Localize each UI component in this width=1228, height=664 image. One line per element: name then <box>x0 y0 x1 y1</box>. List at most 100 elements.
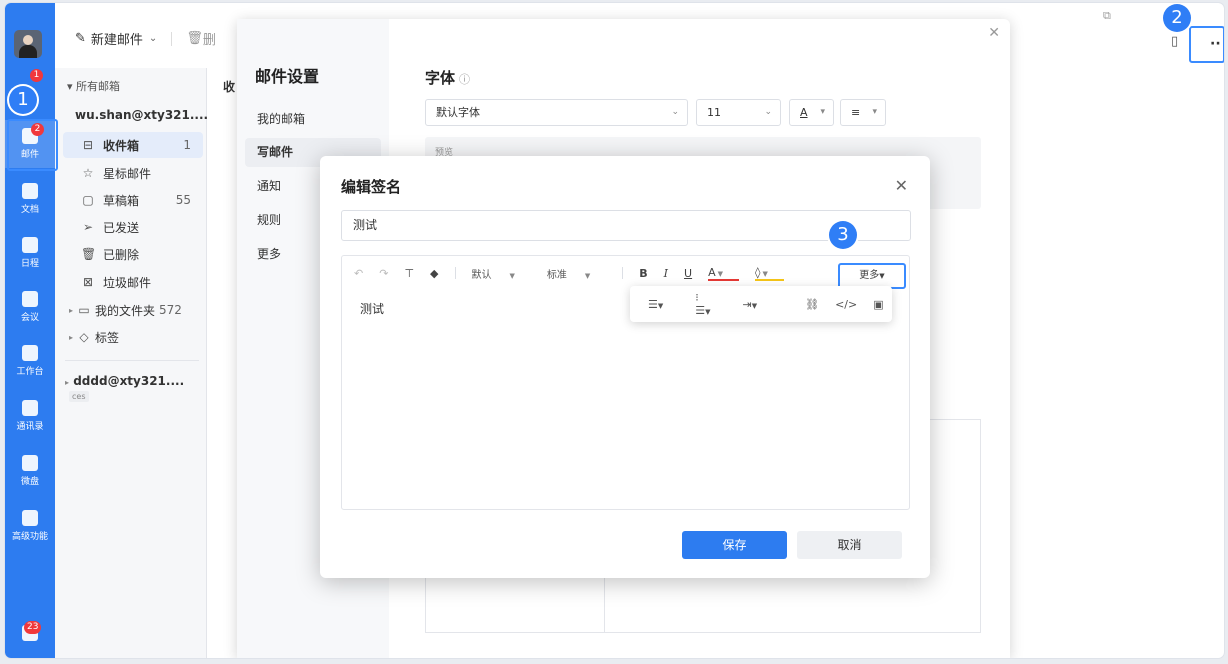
folder-inbox[interactable]: ⊟ 收件箱 1 <box>63 132 203 158</box>
settings-nav-mailbox[interactable]: 我的邮箱 <box>245 105 381 134</box>
mail-list: 收 <box>207 68 237 658</box>
chevron-down-icon: ⌄ <box>671 107 679 117</box>
rail-item-meeting[interactable]: 会议 <box>5 291 55 323</box>
calendar-icon <box>22 237 38 253</box>
caret-right-icon[interactable]: ▸ <box>69 306 73 315</box>
rail-item-label: 文档 <box>20 205 39 215</box>
rail-item-label: 通讯录 <box>16 422 44 432</box>
font-family-dropdown[interactable]: 默认 ▼ <box>472 266 531 281</box>
account-tag: ces <box>69 391 89 402</box>
star-icon: ☆ <box>82 166 94 180</box>
caret-right-icon[interactable]: ▸ <box>65 378 69 387</box>
folder-sent[interactable]: ➢ 已发送 <box>63 214 203 240</box>
trash-icon: 🗑 <box>81 247 97 261</box>
rail-item-contacts[interactable]: 通讯录 <box>5 400 55 432</box>
rail-item-label: 微盘 <box>20 477 39 487</box>
folder-my-folders[interactable]: ▸ ▭ 我的文件夹 572 <box>63 297 203 323</box>
caret-down-icon: ▼ <box>879 272 885 280</box>
tag-icon: ◇ <box>79 330 89 344</box>
trash-icon[interactable]: 🗑 <box>186 31 203 46</box>
font-size-dropdown[interactable]: 标准 ▼ <box>547 266 606 281</box>
folder-spam[interactable]: ⊠ 垃圾邮件 <box>63 269 203 295</box>
underline-icon[interactable]: U <box>684 267 692 280</box>
folder-label: 垃圾邮件 <box>103 275 152 290</box>
save-button[interactable]: 保存 <box>682 531 787 559</box>
rail-item-calendar[interactable]: 日程 <box>5 237 55 269</box>
rail-item-advanced[interactable]: 高级功能 <box>5 510 55 542</box>
font-family-select[interactable]: 默认字体 ⌄ <box>425 99 688 126</box>
folder-panel: ▾ 所有邮箱 wu.shan@xty321.... ⊟ 收件箱 1 ☆ 星标邮件… <box>55 68 208 658</box>
caret-right-icon[interactable]: ▸ <box>69 333 73 342</box>
chevron-down-icon[interactable]: ⌄ <box>149 33 157 44</box>
divider <box>65 360 199 361</box>
popout-icon[interactable]: ⧉ <box>1103 9 1111 23</box>
rail-item-drive[interactable]: 微盘 <box>5 455 55 487</box>
redo-icon[interactable]: ↷ <box>379 267 388 280</box>
bold-icon[interactable]: B <box>639 267 647 280</box>
rail-item-label: 工作台 <box>16 367 44 377</box>
more-options-icon[interactable]: ·· <box>1210 36 1221 52</box>
indent-icon[interactable]: ⇥▼ <box>743 298 774 311</box>
eraser-icon[interactable]: ◆ <box>430 267 438 280</box>
folder-label: 草稿箱 <box>103 193 140 208</box>
folder-drafts[interactable]: ▢ 草稿箱 55 <box>63 187 203 213</box>
size-dropdown-label: 标准 <box>546 269 567 281</box>
close-icon[interactable]: ✕ <box>988 25 1000 41</box>
sparkle-icon <box>22 510 38 526</box>
chevron-down-icon: ▾ <box>820 107 825 117</box>
more-tools-popover: ☰▼ ⁝☰▼ ⇥▼ ⛓ </> ▣ <box>630 286 892 322</box>
align-icon[interactable]: ☰▼ <box>648 298 679 311</box>
drive-icon <box>22 455 38 471</box>
link-icon[interactable]: ⛓ <box>805 298 819 311</box>
font-family-value: 默认字体 <box>436 106 480 119</box>
notification-badge: 1 <box>30 69 43 82</box>
draft-icon: ▢ <box>82 193 94 207</box>
font-size-select[interactable]: 11 ⌄ <box>696 99 781 126</box>
line-height-icon: ≡ <box>851 106 861 119</box>
signature-name-input[interactable]: 测试 <box>341 210 911 241</box>
code-icon[interactable]: </> <box>835 298 857 311</box>
all-mailboxes[interactable]: ▾ 所有邮箱 <box>67 78 120 94</box>
folder-tags[interactable]: ▸ ◇ 标签 <box>63 324 203 350</box>
folder-starred[interactable]: ☆ 星标邮件 <box>63 160 203 186</box>
cancel-button[interactable]: 取消 <box>797 531 902 559</box>
step-marker-2: 2 <box>1163 4 1191 32</box>
step-marker-1: 1 <box>9 86 37 114</box>
line-height-select[interactable]: ≡ ▾ <box>840 99 886 126</box>
folder-deleted[interactable]: 🗑 已删除 <box>63 241 203 267</box>
mail-toolbar: ✎ 新建邮件 ⌄ 🗑 删 <box>75 29 216 48</box>
signature-body[interactable]: 测试 <box>360 300 384 317</box>
account-2[interactable]: ▸ dddd@xty321.... ces <box>65 374 206 402</box>
caret-down-icon: ▼ <box>509 271 515 280</box>
rail-item-workspace[interactable]: 工作台 <box>5 345 55 377</box>
close-icon[interactable]: ✕ <box>895 176 908 195</box>
more-label: 更多 <box>859 270 880 281</box>
folder-label: 已删除 <box>103 247 140 262</box>
font-section-title: 字体 ⓘ <box>425 67 470 88</box>
account-name[interactable]: wu.shan@xty321.... <box>75 108 208 122</box>
undo-icon[interactable]: ↶ <box>354 267 363 280</box>
rail-item-label: 日程 <box>20 259 39 269</box>
highlight-color-icon[interactable]: ◊ ▼ <box>755 266 784 281</box>
folder-label: 已发送 <box>103 220 140 235</box>
divider <box>171 31 173 46</box>
format-painter-icon[interactable]: ⊤ <box>404 267 414 280</box>
avatar[interactable] <box>14 30 42 58</box>
divider <box>622 267 624 279</box>
new-mail-button[interactable]: 新建邮件 <box>91 29 143 48</box>
italic-icon[interactable]: I <box>664 267 668 280</box>
layout-icon[interactable]: ▯ <box>1171 34 1178 49</box>
account-2-name: dddd@xty321.... <box>73 374 185 388</box>
image-icon[interactable]: ▣ <box>873 298 883 311</box>
delete-button[interactable]: 删 <box>203 29 216 48</box>
rail-item-docs[interactable]: 文档 <box>5 183 55 215</box>
all-mailboxes-label: 所有邮箱 <box>76 80 121 93</box>
send-icon: ➢ <box>82 220 94 234</box>
step-marker-3: 3 <box>829 221 857 249</box>
font-dropdown-label: 默认 <box>471 269 492 281</box>
info-icon[interactable]: ⓘ <box>459 73 470 86</box>
text-color-icon[interactable]: A ▼ <box>708 266 740 281</box>
dialog-title: 编辑签名 <box>341 178 402 196</box>
font-color-select[interactable]: A ▾ <box>789 99 834 126</box>
bullet-list-icon[interactable]: ⁝☰▼ <box>695 291 726 317</box>
